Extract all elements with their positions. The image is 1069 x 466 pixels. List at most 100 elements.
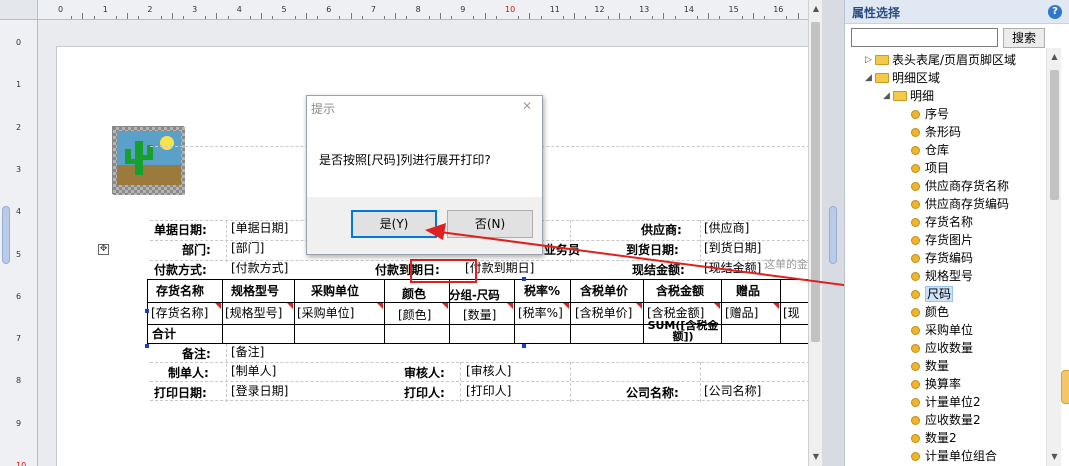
col-header-unit-price[interactable]: 含税单价	[580, 282, 628, 300]
print-date-label[interactable]: 打印日期:	[154, 384, 207, 402]
supplier-field[interactable]: [供应商]	[704, 219, 749, 237]
tree-field[interactable]: 存货编码	[911, 249, 973, 267]
tree-folder[interactable]: ◢ 明细	[883, 87, 934, 105]
doc-date-label[interactable]: 单据日期:	[154, 221, 207, 239]
tree-field[interactable]: 仓库	[911, 141, 949, 159]
cash-amount-field[interactable]: [现结金额]	[704, 259, 761, 277]
tree-field[interactable]: 应收数量	[911, 339, 973, 357]
arrival-date-field[interactable]: [到货日期]	[704, 239, 761, 257]
doc-date-field[interactable]: [单据日期]	[231, 219, 288, 237]
col-header-group-size[interactable]: 分组-尺码	[449, 286, 500, 304]
scroll-down-icon[interactable]: ▼	[1047, 450, 1062, 464]
logo-image[interactable]	[112, 126, 185, 195]
col-header-spec[interactable]: 规格型号	[231, 282, 279, 300]
remark-field[interactable]: [备注]	[231, 343, 264, 361]
no-button[interactable]: 否(N)	[447, 210, 533, 238]
arrival-date-label[interactable]: 到货日期:	[626, 241, 679, 259]
tree-field[interactable]: 供应商存货名称	[911, 177, 1009, 195]
tree-field[interactable]: 序号	[911, 105, 949, 123]
search-button[interactable]: 搜索	[1003, 28, 1045, 48]
col-header-tax-rate[interactable]: 税率%	[524, 282, 560, 300]
size-column-highlight	[410, 259, 477, 283]
remark-label[interactable]: 备注:	[182, 345, 211, 363]
tree-field[interactable]: 规格型号	[911, 267, 973, 285]
pay-method-label[interactable]: 付款方式:	[154, 261, 207, 279]
tree-field[interactable]: 换算率	[911, 375, 961, 393]
detail-unit-price[interactable]: [含税单价]	[575, 304, 632, 322]
detail-item-name[interactable]: [存货名称]	[151, 304, 208, 322]
panel-edge-tab[interactable]	[1061, 370, 1069, 404]
tree-field[interactable]: 存货名称	[911, 213, 973, 231]
detail-cash[interactable]: [现	[783, 304, 800, 322]
left-collapse-handle[interactable]	[2, 206, 10, 264]
tree-field[interactable]: 计量单位2	[911, 393, 981, 411]
auditor-label[interactable]: 审核人:	[404, 364, 445, 382]
canvas-vertical-scrollbar[interactable]: ▲ ▼	[808, 0, 822, 466]
yes-button[interactable]: 是(Y)	[351, 210, 437, 238]
tree-item-label: 序号	[925, 107, 950, 121]
field-dot-icon	[911, 290, 920, 299]
help-icon[interactable]: ?	[1048, 5, 1062, 19]
panel-vertical-scrollbar[interactable]: ▲ ▼	[1046, 48, 1061, 466]
col-header-item-name[interactable]: 存货名称	[156, 282, 204, 300]
right-collapse-handle[interactable]	[829, 206, 837, 264]
detail-tax-rate[interactable]: [税率%]	[518, 304, 563, 322]
tree-field[interactable]: 计量单位组合	[911, 447, 997, 465]
maker-field[interactable]: [制单人]	[231, 362, 276, 380]
detail-unit[interactable]: [采购单位]	[297, 304, 354, 322]
field-dot-icon	[911, 452, 920, 461]
printer-field[interactable]: [打印人]	[466, 382, 511, 400]
scroll-down-icon[interactable]: ▼	[809, 450, 823, 464]
collapse-arrow-icon[interactable]: ◢	[883, 87, 890, 105]
company-field[interactable]: [公司名称]	[704, 382, 761, 400]
tree-field[interactable]: 数量2	[911, 429, 957, 447]
move-handle-icon[interactable]: ✥	[98, 244, 109, 255]
detail-spec[interactable]: [规格型号]	[225, 304, 282, 322]
tree-folder[interactable]: ▷ 表头表尾/页眉页脚区域	[865, 51, 1016, 69]
salesman-label-fragment[interactable]: 业务员	[544, 241, 580, 259]
expand-arrow-icon[interactable]: ▷	[865, 51, 872, 69]
tree-item-label: 换算率	[925, 377, 962, 391]
tree-field[interactable]: 供应商存货编码	[911, 195, 1009, 213]
field-dot-icon	[911, 362, 920, 371]
col-header-unit[interactable]: 采购单位	[311, 282, 359, 300]
col-header-color[interactable]: 颜色	[402, 285, 426, 303]
pay-method-field[interactable]: [付款方式]	[231, 259, 288, 277]
tree-field[interactable]: 条形码	[911, 123, 961, 141]
printer-label[interactable]: 打印人:	[404, 384, 445, 402]
tree-field[interactable]: 项目	[911, 159, 949, 177]
tree-field[interactable]: 颜色	[911, 303, 949, 321]
scroll-up-icon[interactable]: ▲	[809, 2, 823, 16]
cash-amount-label[interactable]: 现结金额:	[632, 261, 685, 279]
col-header-amount[interactable]: 含税金额	[656, 282, 704, 300]
tree-field[interactable]: 采购单位	[911, 321, 973, 339]
detail-quantity[interactable]: [数量]	[463, 306, 496, 324]
ruler-number: 10	[505, 5, 516, 14]
company-label[interactable]: 公司名称:	[626, 384, 679, 402]
field-dot-icon	[911, 164, 920, 173]
tree-field[interactable]: 尺码	[911, 285, 954, 303]
tree-field[interactable]: 存货图片	[911, 231, 973, 249]
prompt-dialog: 提示 ✕ 是否按照[尺码]列进行展开打印? 是(Y) 否(N)	[306, 95, 543, 255]
maker-label[interactable]: 制单人:	[168, 364, 209, 382]
supplier-label[interactable]: 供应商:	[641, 221, 682, 239]
scroll-thumb[interactable]	[1050, 70, 1059, 200]
search-input[interactable]	[851, 28, 998, 47]
total-label[interactable]: 合计	[152, 325, 176, 343]
close-icon[interactable]: ✕	[522, 99, 532, 113]
print-date-field[interactable]: [登录日期]	[231, 382, 288, 400]
tree-field[interactable]: 数量	[911, 357, 949, 375]
total-sum-amount[interactable]: SUM([含税金额])	[645, 320, 721, 342]
ruler-number: 14	[683, 5, 694, 14]
tree-field[interactable]: 应收数量2	[911, 411, 981, 429]
dept-label[interactable]: 部门:	[182, 241, 211, 259]
dept-field[interactable]: [部门]	[231, 239, 264, 257]
scroll-up-icon[interactable]: ▲	[1047, 50, 1062, 64]
col-header-gift[interactable]: 赠品	[736, 282, 760, 300]
auditor-field[interactable]: [审核人]	[466, 362, 511, 380]
scroll-thumb[interactable]	[811, 22, 820, 342]
collapse-arrow-icon[interactable]: ◢	[865, 69, 872, 87]
detail-color[interactable]: [颜色]	[398, 306, 431, 324]
detail-gift[interactable]: [赠品]	[725, 304, 758, 322]
tree-folder[interactable]: ◢ 明细区域	[865, 69, 940, 87]
